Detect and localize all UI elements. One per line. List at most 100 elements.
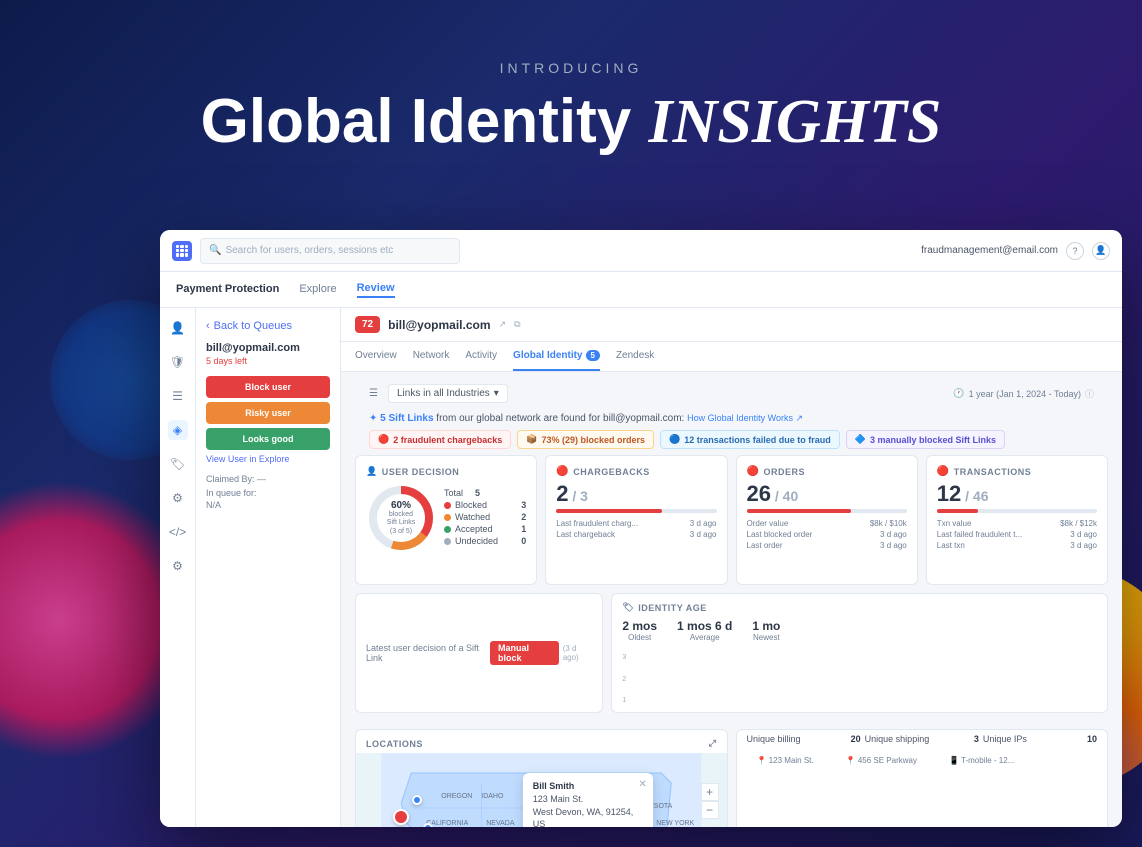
txn-value-label: Txn value — [937, 519, 972, 528]
sidebar-icon-settings-alt[interactable]: ⚙ — [168, 488, 188, 508]
na-value: N/A — [206, 500, 330, 510]
popup-close[interactable]: ✕ — [638, 779, 646, 790]
chargebacks-value: 2 / 3 — [556, 483, 716, 505]
sidebar-icon-tag[interactable]: 🏷 — [168, 454, 188, 474]
address-icon-3: 📱 — [949, 756, 959, 765]
alert-text: 2 fraudulent chargebacks — [393, 435, 502, 445]
chargebacks-card: 🔴 CHARGEBACKS 2 / 3 Last fraudulent char… — [545, 455, 727, 585]
claimed-by-text: Claimed By: — [206, 474, 255, 484]
headline-main: Global Identity — [201, 87, 632, 156]
legend-watched-label: Watched — [455, 512, 490, 522]
claimed-by-label: Claimed By: — — [206, 474, 330, 484]
unique-info-card: Unique billing 20 Unique shipping 3 Uniq… — [736, 729, 1109, 827]
sidebar-icon-nav[interactable]: ◈ — [168, 420, 188, 440]
last-failed-val: 3 d ago — [1070, 530, 1097, 539]
main-content: 👤 🛡 ☰ ◈ 🏷 ⚙ </> ⚙ ‹ Back to Queues bill@… — [160, 308, 1122, 827]
global-identity-badge: 5 — [586, 350, 600, 361]
donut-container: 60% blocked Sift Links (3 of 5) Total 5 — [366, 483, 526, 553]
orders-total: / 40 — [771, 488, 798, 504]
order-value-label: Order value — [747, 519, 789, 528]
left-panel: ‹ Back to Queues bill@yopmail.com 5 days… — [196, 308, 341, 827]
search-bar[interactable]: 🔍 Search for users, orders, sessions etc — [200, 238, 460, 264]
user-email: bill@yopmail.com — [388, 318, 490, 332]
alert-icon: 📦 — [526, 434, 537, 445]
in-queue-label: In queue for: — [206, 488, 330, 498]
date-range: 🕐 1 year (Jan 1, 2024 - Today) ⓘ — [953, 387, 1094, 400]
age-oldest: 2 mos Oldest — [622, 619, 657, 642]
legend-undecided: Undecided 0 — [444, 536, 526, 546]
sidebar-icon-shield[interactable]: 🛡 — [168, 352, 188, 372]
identity-age-text: IDENTITY AGE — [638, 603, 707, 613]
unique-ips: Unique IPs 10 — [983, 734, 1097, 744]
nav-tab-review[interactable]: Review — [357, 282, 395, 298]
user-decision-text: USER DECISION — [382, 467, 460, 477]
orders-text: ORDERS — [763, 467, 805, 477]
transactions-bar — [937, 509, 1097, 513]
donut-pct: 60% — [384, 500, 419, 511]
legend-blocked-val: 3 — [521, 500, 526, 510]
zoom-in-button[interactable]: + — [701, 783, 719, 801]
sidebar-icon-gear[interactable]: ⚙ — [168, 556, 188, 576]
unique-row: Unique billing 20 Unique shipping 3 Uniq… — [737, 730, 1108, 752]
risky-user-button[interactable]: Risky user — [206, 402, 330, 424]
transactions-last-failed: Last failed fraudulent t... 3 d ago — [937, 530, 1097, 539]
txn-value-val: $8k / $12k — [1060, 519, 1097, 528]
tab-global-identity[interactable]: Global Identity5 — [513, 342, 600, 371]
tab-activity[interactable]: Activity — [465, 342, 497, 371]
legend-blocked-label: Blocked — [455, 500, 487, 510]
claimed-by-dash: — — [257, 474, 266, 484]
orders-last-blocked: Last blocked order 3 d ago — [747, 530, 907, 539]
popup-address: 123 Main St. West Devon, WA, 91254, US L… — [533, 793, 643, 827]
nav-tab-explore[interactable]: Explore — [299, 283, 336, 297]
zoom-out-button[interactable]: − — [701, 801, 719, 819]
view-user-link[interactable]: View User in Explore — [206, 454, 330, 464]
headline: Global Identity INSIGHTS — [0, 88, 1142, 156]
filter-icon: ☰ — [369, 388, 378, 399]
tab-overview[interactable]: Overview — [355, 342, 397, 371]
alert-transactions: 🔵 12 transactions failed due to fraud — [660, 430, 840, 449]
sidebar-icon-list[interactable]: ☰ — [168, 386, 188, 406]
search-placeholder: Search for users, orders, sessions etc — [225, 245, 393, 256]
header-area: INTRODUCING Global Identity INSIGHTS — [0, 60, 1142, 156]
legend-watched: Watched 2 — [444, 512, 526, 522]
orders-bar-fill — [747, 509, 851, 513]
external-link-icon[interactable]: ↗ — [499, 319, 507, 330]
sidebar-icon-code[interactable]: </> — [168, 522, 188, 542]
chargebacks-total: / 3 — [569, 488, 588, 504]
sift-link-count: 5 Sift Links — [380, 413, 436, 424]
copy-icon[interactable]: ⧉ — [514, 319, 520, 330]
latest-decision-card: Latest user decision of a Sift Link Manu… — [355, 593, 603, 713]
tab-network[interactable]: Network — [413, 342, 450, 371]
identity-icon: 🏷 — [622, 602, 634, 613]
orders-order-value: Order value $8k / $10k — [747, 519, 907, 528]
detail-tabs-row: Overview Network Activity Global Identit… — [341, 342, 1122, 372]
legend-accepted: Accepted 1 — [444, 524, 526, 534]
how-global-identity-works-link[interactable]: How Global Identity Works ↗ — [687, 413, 803, 423]
info-icon: ⓘ — [1085, 387, 1094, 400]
transactions-txn-value: Txn value $8k / $12k — [937, 519, 1097, 528]
nav-logo-inner — [176, 245, 188, 257]
user-decision-title: 👤 USER DECISION — [366, 466, 526, 477]
transactions-icon: 🔴 — [937, 466, 950, 477]
help-icon[interactable]: ? — [1066, 242, 1084, 260]
unique-ips-count: 10 — [1087, 734, 1097, 744]
introducing-label: INTRODUCING — [0, 60, 1142, 76]
tab-zendesk[interactable]: Zendesk — [616, 342, 654, 371]
industry-filter[interactable]: Links in all Industries ▾ — [388, 384, 508, 403]
logo-dot — [180, 249, 183, 252]
transactions-total: / 46 — [961, 488, 988, 504]
locations-text: LOCATIONS — [366, 739, 423, 749]
unique-billing: Unique billing 20 — [747, 734, 861, 744]
avg-val: 1 mos 6 d — [677, 619, 732, 633]
filter-label: Links in all Industries — [397, 388, 490, 399]
block-user-button[interactable]: Block user — [206, 376, 330, 398]
back-to-queues-link[interactable]: ‹ Back to Queues — [206, 320, 330, 332]
looks-good-button[interactable]: Looks good — [206, 428, 330, 450]
nav-tab-payment-protection[interactable]: Payment Protection — [176, 283, 279, 297]
chargebacks-num: 2 — [556, 481, 568, 506]
user-icon[interactable]: 👤 — [1092, 242, 1110, 260]
sidebar-icon-user[interactable]: 👤 — [168, 318, 188, 338]
last-blocked-val: 3 d ago — [880, 530, 907, 539]
expand-icon[interactable]: ⤢ — [709, 738, 717, 749]
chargebacks-bar — [556, 509, 716, 513]
